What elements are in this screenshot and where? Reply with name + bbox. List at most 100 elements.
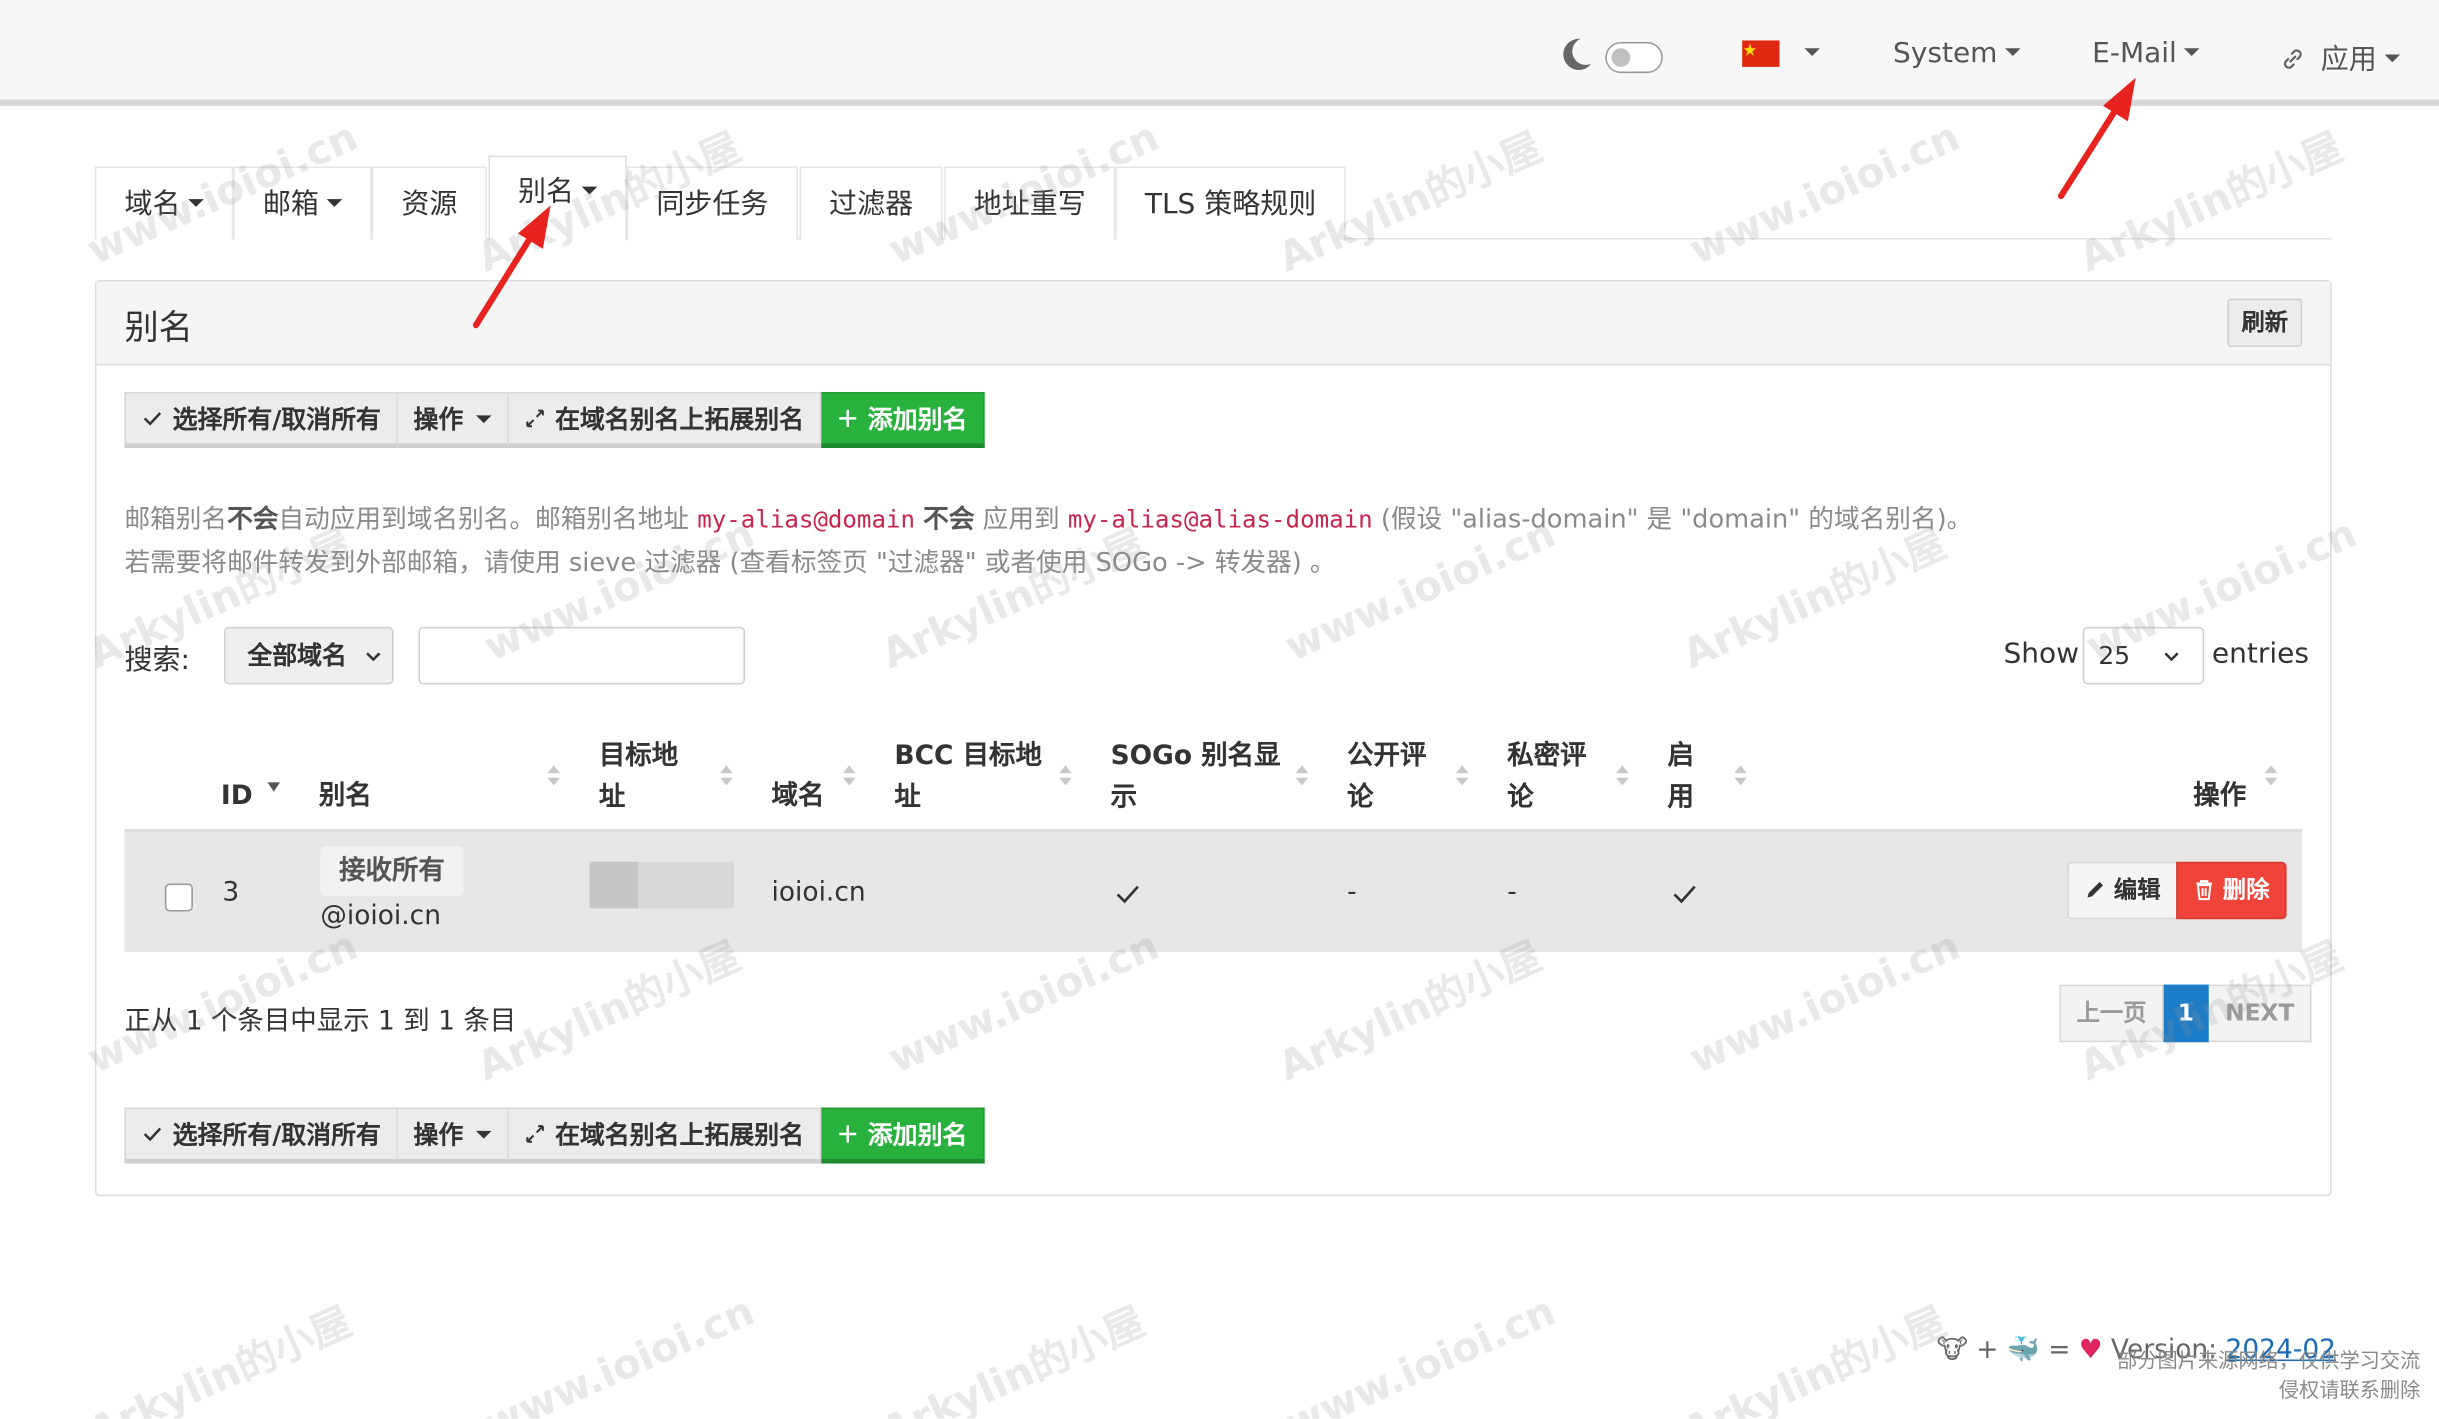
alias-notice: 邮箱别名不会自动应用到域名别名。邮箱别名地址 my-alias@domain 不… [124, 498, 2302, 585]
delete-label: 删除 [2222, 875, 2270, 904]
search-input[interactable] [418, 626, 746, 685]
table-info: 正从 1 个条目中显示 1 到 1 条目 [124, 1006, 517, 1038]
nav-system-menu[interactable]: System [1893, 37, 2021, 70]
sort-icon[interactable] [720, 765, 733, 790]
pencil-icon [2087, 881, 2104, 898]
tab-rewrite[interactable]: 地址重写 [944, 166, 1116, 240]
expand-alias-button[interactable]: 在域名别名上拓展别名 [508, 1107, 822, 1164]
add-alias-button[interactable]: 添加别名 [821, 1107, 985, 1164]
page-1-button[interactable]: 1 [2163, 984, 2210, 1043]
actions-dropdown-button[interactable]: 操作 [397, 1107, 509, 1164]
tab-tls-policy[interactable]: TLS 策略规则 [1115, 166, 1346, 240]
plus-icon [839, 409, 857, 427]
th-active[interactable]: 启用 [1667, 736, 1693, 820]
expand-icon [526, 409, 544, 428]
entries-label: entries [2211, 637, 2309, 671]
th-label: 址 [894, 782, 921, 814]
th-sogo[interactable]: SOGo 别名显示 [1111, 736, 1281, 820]
th-actions: 操作 [2193, 776, 2246, 818]
private-comment: - [1507, 877, 1517, 909]
panel-header: 别名 刷新 [96, 281, 2331, 366]
moon-icon [1563, 38, 1592, 70]
expand-icon [526, 1125, 544, 1143]
refresh-button[interactable]: 刷新 [2227, 298, 2303, 347]
top-navbar: System E-Mail 应用 [0, 0, 2439, 106]
tab-label: TLS 策略规则 [1144, 188, 1317, 221]
domain-filter-select[interactable]: 全部域名 [223, 626, 394, 685]
nav-email-menu[interactable]: E-Mail [2092, 37, 2201, 70]
language-caret-icon[interactable] [1804, 48, 1820, 56]
notice-text: 自动应用到域名别名。邮箱别名地址 [278, 503, 698, 534]
sort-icon[interactable] [1616, 765, 1629, 790]
notice-bold: 不会 [923, 503, 975, 534]
sort-icon[interactable] [547, 765, 560, 790]
top-toolbar: 选择所有/取消所有 操作 在域名别名上拓展别名 添加别名 [124, 391, 985, 448]
tab-label: 域名 [124, 188, 181, 221]
sort-desc-icon[interactable] [267, 776, 280, 801]
tab-domains[interactable]: 域名 [94, 166, 234, 240]
th-label: 论 [1347, 782, 1374, 814]
sort-icon[interactable] [1455, 765, 1469, 790]
th-alias[interactable]: 别名 [319, 776, 372, 818]
edit-label: 编辑 [2113, 875, 2161, 904]
th-label: 用 [1667, 782, 1694, 814]
th-label: 别名 [318, 780, 372, 812]
page-size-select[interactable]: 25 [2082, 626, 2205, 685]
notice-text: (假设 "alias-domain" 是 "domain" 的域名别名)。 [1372, 503, 1973, 534]
delete-button[interactable]: 删除 [2176, 861, 2287, 920]
row-checkbox[interactable] [164, 883, 193, 912]
th-private-comment[interactable]: 私密评论 [1507, 736, 1586, 820]
edit-button[interactable]: 编辑 [2067, 861, 2178, 920]
footer-equals: = [2048, 1334, 2071, 1366]
plus-icon [839, 1125, 857, 1143]
th-domain[interactable]: 域名 [772, 776, 825, 818]
bottom-toolbar: 选择所有/取消所有 操作 在域名别名上拓展别名 添加别名 [124, 1107, 985, 1164]
add-alias-label: 添加别名 [867, 403, 968, 434]
tab-label: 资源 [401, 188, 458, 221]
notice-code: my-alias@alias-domain [1067, 505, 1373, 534]
th-label: SOGo 别名显 [1110, 740, 1281, 772]
th-public-comment[interactable]: 公开评论 [1347, 736, 1426, 820]
tab-label: 地址重写 [973, 188, 1086, 221]
show-label: Show [2003, 637, 2080, 671]
tab-sync-jobs[interactable]: 同步任务 [626, 166, 798, 240]
watermark-blog: Arkylin的小屋 [1676, 1299, 1954, 1419]
nav-email-label: E-Mail [2092, 37, 2177, 70]
table-row: 3 接收所有 @ioioi.cn ioioi.cn - - 编辑 删除 [124, 832, 2303, 952]
dark-mode-toggle[interactable] [1605, 41, 1663, 74]
tab-aliases[interactable]: 别名 [488, 155, 627, 242]
sort-icon[interactable] [1295, 765, 1309, 790]
select-all-button[interactable]: 选择所有/取消所有 [124, 1107, 398, 1164]
next-page-button[interactable]: NEXT [2209, 984, 2312, 1043]
th-label: ID [220, 780, 253, 812]
tab-label: 过滤器 [829, 188, 914, 221]
row-domain: ioioi.cn [771, 877, 866, 909]
panel-title: 别名 [124, 309, 193, 349]
actions-dropdown-button[interactable]: 操作 [397, 391, 509, 448]
prev-page-button[interactable]: 上一页 [2059, 984, 2164, 1043]
th-bcc[interactable]: BCC 目标地址 [894, 736, 1042, 820]
target-redacted [589, 861, 735, 909]
tab-label: 邮箱 [262, 188, 319, 221]
tab-label: 同步任务 [656, 188, 769, 221]
tab-resources[interactable]: 资源 [371, 166, 487, 240]
sort-icon[interactable] [1734, 765, 1747, 790]
flag-star-icon [1743, 43, 1757, 56]
nav-apps-menu[interactable]: 应用 [2280, 37, 2401, 77]
domain-filter-value: 全部域名 [247, 640, 347, 671]
sort-icon[interactable] [843, 765, 856, 790]
sort-icon[interactable] [2264, 765, 2278, 790]
th-id[interactable]: ID [221, 776, 253, 818]
tab-filters[interactable]: 过滤器 [799, 166, 943, 240]
th-label: 域名 [771, 780, 825, 812]
select-all-button[interactable]: 选择所有/取消所有 [124, 391, 398, 448]
expand-alias-button[interactable]: 在域名别名上拓展别名 [508, 391, 822, 448]
link-icon [2283, 49, 2302, 69]
th-target[interactable]: 目标地址 [599, 736, 678, 820]
actions-label: 操作 [413, 1119, 464, 1149]
sort-icon[interactable] [1059, 765, 1072, 790]
note-line: 侵权请联系删除 [2278, 1379, 2421, 1404]
add-alias-button[interactable]: 添加别名 [821, 391, 985, 448]
tab-mailboxes[interactable]: 邮箱 [233, 166, 372, 240]
china-flag-icon[interactable] [1742, 40, 1780, 67]
